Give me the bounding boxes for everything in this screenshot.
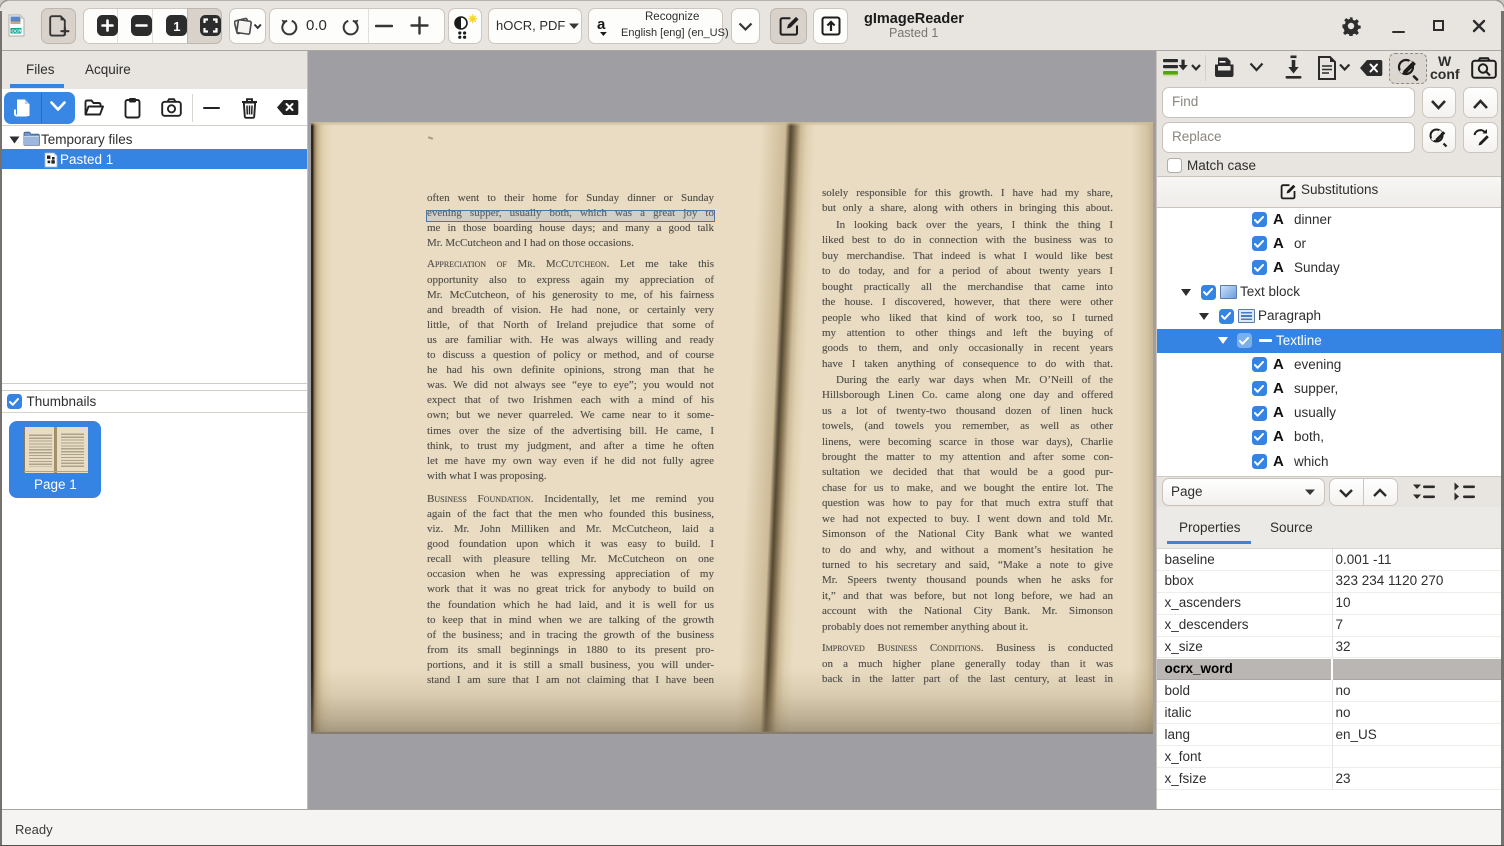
svg-text:a: a — [597, 16, 606, 33]
svg-text:OCR: OCR — [11, 28, 22, 33]
svg-text:1: 1 — [173, 19, 180, 34]
